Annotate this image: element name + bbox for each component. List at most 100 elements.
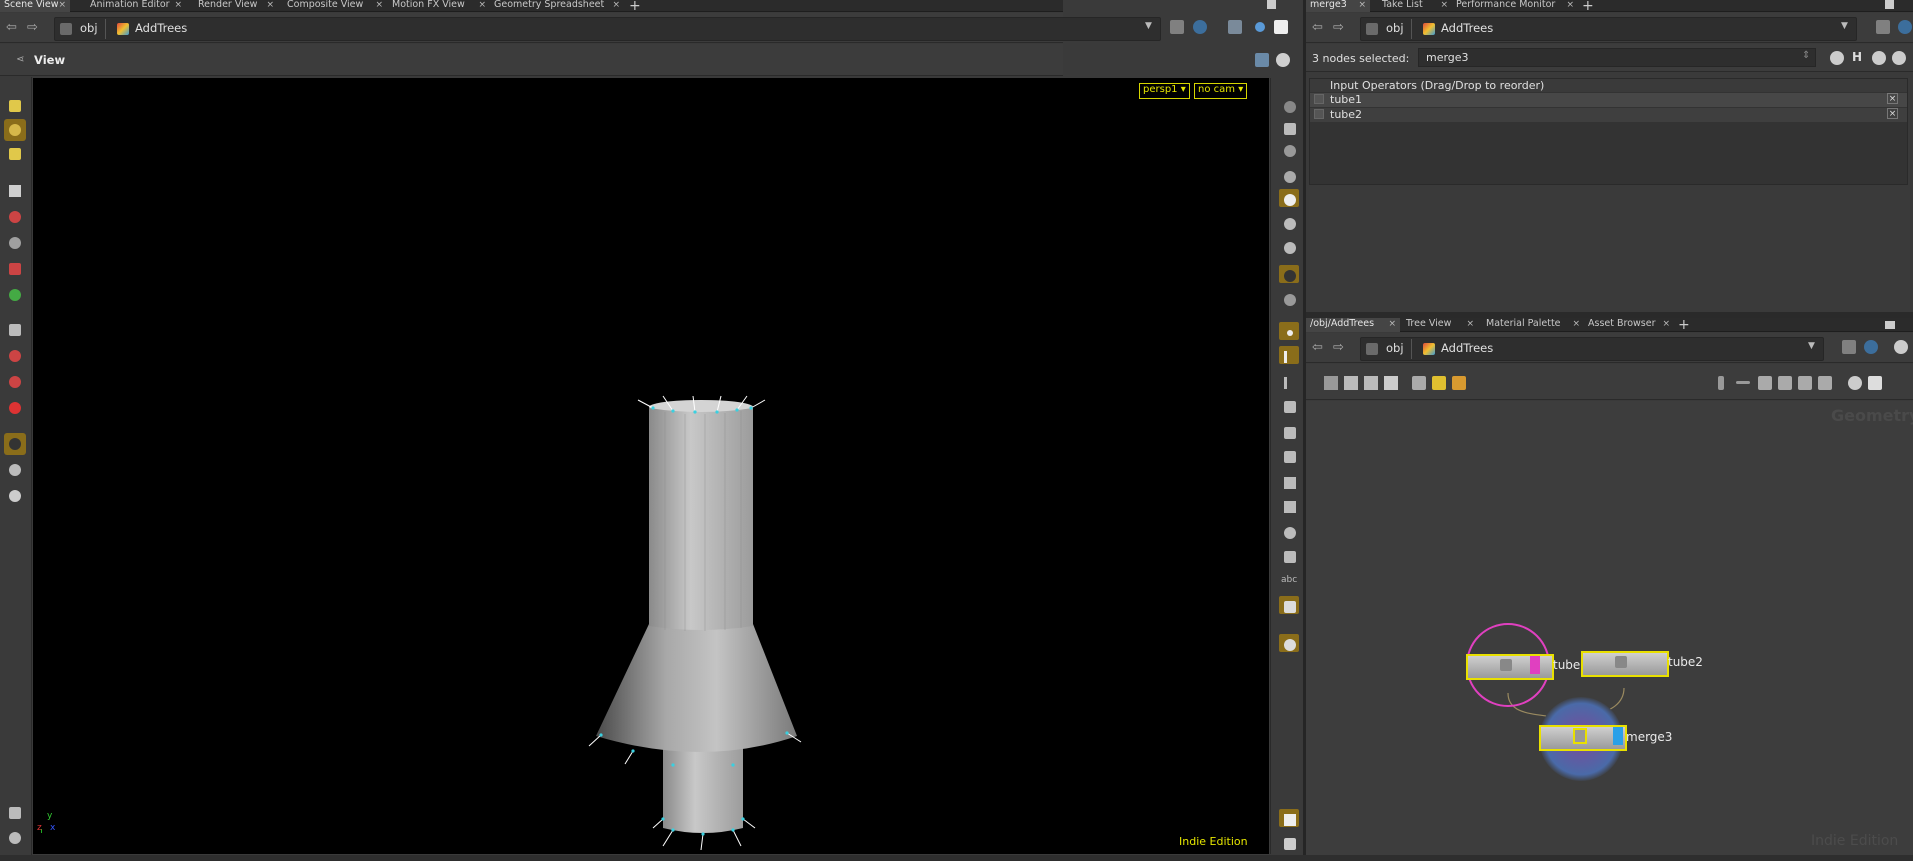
forward-arrow-icon[interactable]: ⇨ xyxy=(27,20,38,35)
transform-tool[interactable] xyxy=(4,284,26,306)
path-crumb-obj[interactable]: obj xyxy=(80,21,98,35)
tab-geometry-spreadsheet[interactable]: Geometry Spreadsheet × xyxy=(490,0,624,12)
snap-grid-tool[interactable] xyxy=(4,319,26,341)
path-dropdown-icon[interactable]: ▼ xyxy=(1808,341,1815,351)
gear-icon[interactable] xyxy=(1894,340,1908,354)
uv-icon[interactable] xyxy=(1279,522,1299,540)
path-crumb-node[interactable]: AddTrees xyxy=(1441,341,1493,355)
distribute-icon[interactable] xyxy=(1736,381,1750,384)
path-crumb-obj[interactable]: obj xyxy=(1386,341,1404,355)
pin-icon[interactable] xyxy=(1170,20,1184,34)
close-tab-icon[interactable]: × xyxy=(174,0,182,10)
pin-icon[interactable] xyxy=(1876,20,1890,34)
layout-grid-icon[interactable] xyxy=(1279,809,1299,827)
path-crumb-obj[interactable]: obj xyxy=(1386,21,1404,35)
gear-icon[interactable] xyxy=(1830,51,1844,65)
visibility-toggle-icon[interactable] xyxy=(1279,96,1299,114)
link-icon[interactable] xyxy=(1193,20,1207,34)
list-item[interactable]: tube2 × xyxy=(1310,108,1907,122)
add-tab-icon[interactable]: + xyxy=(1678,317,1690,333)
close-tab-icon[interactable]: × xyxy=(612,0,620,10)
render-flag[interactable] xyxy=(1613,727,1623,745)
camera-icon[interactable] xyxy=(1868,376,1882,390)
remove-input-icon[interactable]: × xyxy=(1887,108,1898,119)
vertex-icon[interactable] xyxy=(1279,496,1299,514)
handle-tool[interactable] xyxy=(4,143,26,165)
tab-scene-view[interactable]: Scene View × xyxy=(0,0,70,12)
link-icon[interactable] xyxy=(1864,340,1878,354)
close-tab-icon[interactable]: × xyxy=(1440,0,1448,10)
path-field[interactable]: obj AddTrees ▼ xyxy=(54,17,1161,41)
background-icon[interactable] xyxy=(1279,265,1299,283)
prim-normal-icon[interactable] xyxy=(1279,372,1299,390)
display-flag[interactable] xyxy=(1530,656,1540,674)
network-box-icon[interactable] xyxy=(1452,376,1466,390)
headlight-icon[interactable] xyxy=(1279,213,1299,231)
shading-icon[interactable] xyxy=(1255,22,1265,32)
snap-point-tool[interactable] xyxy=(4,371,26,393)
point-number-icon[interactable] xyxy=(1279,396,1299,414)
wire-style-icon[interactable] xyxy=(1798,376,1812,390)
spinner-icon[interactable]: ⇕ xyxy=(1802,50,1810,61)
magnet-tool[interactable] xyxy=(4,397,26,419)
tab-animation-editor[interactable]: Animation Editor × xyxy=(86,0,186,12)
lighting-icon[interactable] xyxy=(1279,189,1299,207)
remove-input-icon[interactable]: × xyxy=(1887,93,1898,104)
move-tool[interactable] xyxy=(4,206,26,228)
sticky-note-icon[interactable] xyxy=(1432,376,1446,390)
tab-motion-fx-view[interactable]: Motion FX View × xyxy=(388,0,490,12)
tab-material-palette[interactable]: Material Palette × xyxy=(1482,318,1584,332)
display-toggle-icon[interactable] xyxy=(1255,53,1269,67)
pin-icon[interactable] xyxy=(1842,340,1856,354)
camera-tool[interactable] xyxy=(4,827,26,849)
text-display-icon[interactable]: abc xyxy=(1279,572,1299,590)
path-crumb-node[interactable]: AddTrees xyxy=(135,21,187,35)
prim-number-icon[interactable] xyxy=(1279,446,1299,464)
tab-take-list[interactable]: Take List × xyxy=(1378,0,1452,12)
node-merge3[interactable] xyxy=(1539,725,1627,751)
template-icon[interactable] xyxy=(1279,546,1299,564)
ghost-icon[interactable] xyxy=(1279,140,1299,158)
back-arrow-icon[interactable]: ⇦ xyxy=(6,20,17,35)
houdini-help-icon[interactable]: H xyxy=(1852,50,1862,64)
close-tab-icon[interactable]: × xyxy=(1566,0,1574,10)
tab-tree-view[interactable]: Tree View × xyxy=(1402,318,1478,332)
render-region-tool[interactable] xyxy=(4,485,26,507)
list-view-icon[interactable] xyxy=(1344,376,1358,390)
forward-arrow-icon[interactable]: ⇨ xyxy=(1333,20,1344,35)
link-icon[interactable] xyxy=(1898,20,1912,34)
tab-render-view[interactable]: Render View × xyxy=(194,0,278,12)
grid-snap-icon[interactable] xyxy=(1818,376,1832,390)
brush-tool[interactable] xyxy=(4,802,26,824)
view-tool[interactable] xyxy=(4,119,26,141)
back-arrow-icon[interactable]: ⇦ xyxy=(1312,20,1323,35)
tab-merge3[interactable]: merge3 × xyxy=(1306,0,1370,12)
add-tab-icon[interactable]: + xyxy=(629,0,641,14)
zoom-icon[interactable] xyxy=(1848,376,1862,390)
path-dropdown-icon[interactable]: ▼ xyxy=(1145,21,1152,31)
display-image-icon[interactable] xyxy=(1279,596,1299,614)
bulb-icon[interactable] xyxy=(1279,237,1299,255)
tree-layout-icon[interactable] xyxy=(1324,376,1338,390)
pane-menu-icon[interactable] xyxy=(1885,0,1894,9)
select-arrow-tool[interactable] xyxy=(4,180,26,202)
drag-handle-icon[interactable] xyxy=(1314,94,1324,104)
display-options-icon[interactable] xyxy=(1228,20,1242,34)
tab-performance-monitor[interactable]: Performance Monitor × xyxy=(1452,0,1578,12)
close-tab-icon[interactable]: × xyxy=(375,0,383,10)
profile-icon[interactable] xyxy=(1279,472,1299,490)
close-tab-icon[interactable]: × xyxy=(266,0,274,10)
point-display-icon[interactable] xyxy=(1279,322,1299,340)
snapshot-icon[interactable] xyxy=(1279,833,1299,851)
list-item[interactable]: tube1 × xyxy=(1310,93,1907,107)
grid-view-icon[interactable] xyxy=(1384,376,1398,390)
orbit-tool[interactable] xyxy=(4,459,26,481)
viewport[interactable]: persp1 ▾ no cam ▾ y z x Indie Edition xyxy=(33,78,1269,854)
pane-menu-icon[interactable] xyxy=(1267,0,1276,9)
help-icon[interactable] xyxy=(1276,53,1290,67)
tab-obj-addtrees[interactable]: /obj/AddTrees × xyxy=(1306,318,1400,332)
lock-camera-icon[interactable] xyxy=(1279,118,1299,136)
layout-across-icon[interactable] xyxy=(1778,376,1792,390)
camera-path-icon[interactable] xyxy=(1279,289,1299,307)
add-tab-icon[interactable]: + xyxy=(1582,0,1594,14)
